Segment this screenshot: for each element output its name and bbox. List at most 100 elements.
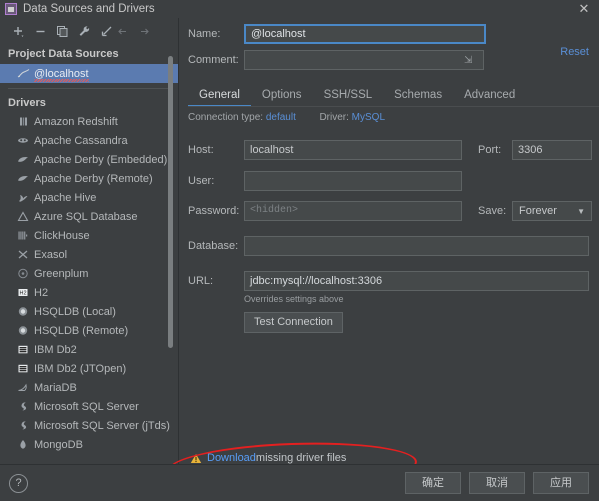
- connection-type-value[interactable]: default: [266, 112, 296, 123]
- forward-button[interactable]: [134, 21, 154, 41]
- close-icon[interactable]: ✕: [577, 2, 591, 16]
- list-item[interactable]: IBM Db2: [0, 340, 178, 359]
- comment-label: Comment:: [188, 54, 239, 66]
- port-input[interactable]: 3306: [512, 140, 592, 160]
- hsqldb-icon: [16, 324, 30, 338]
- redshift-icon: [16, 115, 30, 129]
- copy-icon[interactable]: [52, 21, 72, 41]
- list-item[interactable]: MariaDB: [0, 378, 178, 397]
- list-item[interactable]: Amazon Redshift: [0, 112, 178, 131]
- list-item-label: Apache Derby (Embedded): [34, 153, 168, 166]
- tab-schemas[interactable]: Schemas: [383, 83, 453, 107]
- help-button[interactable]: ?: [9, 474, 28, 493]
- apply-button[interactable]: 应用: [533, 472, 589, 494]
- database-input[interactable]: [244, 236, 589, 256]
- tab-advanced[interactable]: Advanced: [453, 83, 526, 107]
- cancel-button[interactable]: 取消: [469, 472, 525, 494]
- tab-sshssl[interactable]: SSH/SSL: [313, 83, 384, 107]
- tab-options[interactable]: Options: [251, 83, 313, 107]
- list-item[interactable]: IBM Db2 (JTOpen): [0, 359, 178, 378]
- list-item[interactable]: H2 H2: [0, 283, 178, 302]
- url-label: URL:: [188, 275, 214, 287]
- sidebar-nav-arrows: [112, 18, 156, 44]
- list-item-label: Apache Hive: [34, 191, 97, 204]
- list-item[interactable]: Apache Derby (Embedded): [0, 150, 178, 169]
- list-item-label: IBM Db2: [34, 343, 77, 356]
- list-item[interactable]: Greenplum: [0, 264, 178, 283]
- sidebar-scrollbar[interactable]: [168, 56, 173, 348]
- project-data-sources-title: Project Data Sources: [8, 48, 119, 60]
- add-button[interactable]: [8, 21, 28, 41]
- list-item-label: H2: [34, 286, 49, 299]
- wrench-icon[interactable]: [74, 21, 94, 41]
- derby-icon: [16, 172, 30, 186]
- list-item[interactable]: Apache Hive: [0, 188, 178, 207]
- back-button[interactable]: [112, 21, 132, 41]
- warning-text: missing driver files: [255, 452, 347, 464]
- warning-triangle-icon: [190, 453, 202, 464]
- list-item[interactable]: HSQLDB (Local): [0, 302, 178, 321]
- list-item[interactable]: MongoDB: [0, 435, 178, 454]
- derby-icon: [16, 153, 30, 167]
- name-row: Name: @localhost: [188, 24, 486, 44]
- sidebar-toolbar: [0, 18, 178, 44]
- comment-input[interactable]: [244, 50, 484, 70]
- user-label: User:: [188, 175, 215, 187]
- list-item-label: Exasol: [34, 248, 68, 261]
- detail-tabs: General Options SSH/SSL Schemas Advanced: [188, 82, 599, 107]
- list-item-label: Amazon Redshift: [34, 115, 118, 128]
- mysql-icon: [16, 67, 30, 81]
- connection-summary: Connection type: default Driver: MySQL: [188, 112, 385, 123]
- list-item-label: MariaDB: [34, 381, 77, 394]
- list-item[interactable]: Exasol: [0, 245, 178, 264]
- port-label: Port:: [478, 144, 502, 156]
- clickhouse-icon: [16, 229, 30, 243]
- url-row: URL: jdbc:mysql://localhost:3306: [188, 271, 589, 291]
- cassandra-icon: [16, 134, 30, 148]
- list-item[interactable]: ClickHouse: [0, 226, 178, 245]
- list-item-label: Greenplum: [34, 267, 89, 280]
- datasource-icon: [5, 3, 17, 15]
- reset-link[interactable]: Reset: [560, 46, 589, 58]
- list-item[interactable]: Azure SQL Database: [0, 207, 178, 226]
- password-row: Password: <hidden> Save: Forever ▼: [188, 201, 592, 221]
- list-item-label: IBM Db2 (JTOpen): [34, 362, 127, 375]
- list-item[interactable]: Apache Derby (Remote): [0, 169, 178, 188]
- list-item-label: Microsoft SQL Server (jTds): [34, 419, 170, 432]
- mssql-icon: [16, 400, 30, 414]
- list-item[interactable]: Microsoft SQL Server (jTds): [0, 416, 178, 435]
- save-select[interactable]: Forever ▼: [512, 201, 592, 221]
- list-item-label: MongoDB: [34, 438, 83, 451]
- connection-type-label: Connection type:: [188, 112, 264, 123]
- azure-icon: [16, 210, 30, 224]
- host-input[interactable]: localhost: [244, 140, 462, 160]
- detail-panel: Name: @localhost Comment: ⇲ Reset Genera…: [179, 18, 599, 464]
- list-item[interactable]: Apache Cassandra: [0, 131, 178, 150]
- greenplum-icon: [16, 267, 30, 281]
- test-connection-button[interactable]: Test Connection: [244, 312, 343, 333]
- tab-general[interactable]: General: [188, 83, 251, 107]
- hsqldb-icon: [16, 305, 30, 319]
- exasol-icon: [16, 248, 30, 262]
- mongodb-icon: [16, 438, 30, 452]
- ok-button[interactable]: 确定: [405, 472, 461, 494]
- expand-icon[interactable]: ⇲: [464, 55, 472, 66]
- save-select-value: Forever: [519, 205, 557, 217]
- svg-text:H2: H2: [19, 291, 26, 297]
- download-link[interactable]: Download: [207, 452, 256, 464]
- user-input[interactable]: [244, 171, 462, 191]
- url-input[interactable]: jdbc:mysql://localhost:3306: [244, 271, 589, 291]
- name-input[interactable]: @localhost: [244, 24, 486, 44]
- list-item[interactable]: HSQLDB (Remote): [0, 321, 178, 340]
- drivers-title: Drivers: [8, 97, 46, 109]
- database-row: Database:: [188, 236, 589, 256]
- sidebar-item-localhost[interactable]: @localhost: [0, 64, 178, 83]
- password-input[interactable]: <hidden>: [244, 201, 462, 221]
- list-item[interactable]: Microsoft SQL Server: [0, 397, 178, 416]
- host-label: Host:: [188, 144, 214, 156]
- driver-value[interactable]: MySQL: [352, 112, 385, 123]
- h2-icon: H2: [16, 286, 30, 300]
- name-label: Name:: [188, 28, 221, 40]
- remove-button[interactable]: [30, 21, 50, 41]
- db2-icon: [16, 362, 30, 376]
